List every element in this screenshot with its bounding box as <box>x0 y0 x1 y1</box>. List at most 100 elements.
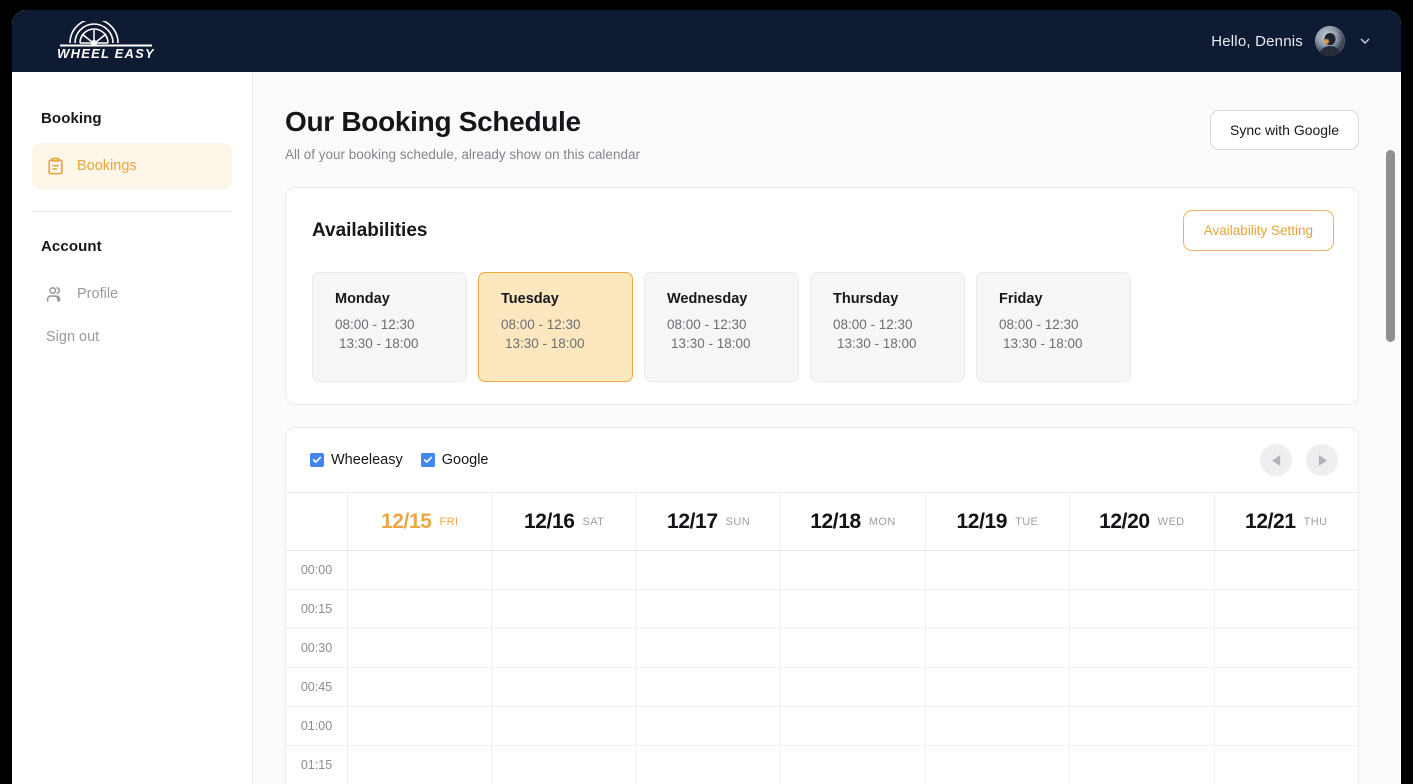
checkbox-wheeleasy[interactable] <box>310 453 324 467</box>
column-dow: FRI <box>439 515 459 528</box>
users-icon <box>46 286 61 302</box>
time-label: 00:15 <box>286 590 348 628</box>
logo-text: WHEEL EASY <box>58 46 154 61</box>
calendar-slot[interactable] <box>781 668 926 706</box>
calendar-slot[interactable] <box>348 746 493 784</box>
column-date: 12/15 <box>380 509 432 533</box>
calendar-column-header[interactable]: 12/17 SUN <box>637 493 782 550</box>
user-menu[interactable]: Hello, Dennis <box>1211 26 1373 56</box>
calendar-row: 00:00 <box>286 551 1358 590</box>
calendar-slot[interactable] <box>348 668 493 706</box>
calendar-slot[interactable] <box>781 590 926 628</box>
calendar-slot[interactable] <box>636 668 782 706</box>
availability-day-card[interactable]: Tuesday 08:00 - 12:30 13:30 - 18:00 <box>478 272 633 382</box>
calendar-slot[interactable] <box>1070 746 1215 784</box>
calendar-slot[interactable] <box>925 746 1071 784</box>
wheel-easy-logo[interactable]: WHEEL EASY <box>46 21 166 61</box>
calendar-slot[interactable] <box>1214 707 1358 745</box>
checkbox-google[interactable] <box>420 453 435 467</box>
sidebar-item-bookings[interactable]: Bookings <box>32 143 232 189</box>
sidebar-item-label: Profile <box>77 286 119 302</box>
availability-day-card[interactable]: Friday 08:00 - 12:30 13:30 - 18:00 <box>976 272 1131 382</box>
calendar-slot[interactable] <box>1070 668 1215 706</box>
sync-with-google-button[interactable]: Sync with Google <box>1210 110 1359 150</box>
time-label: 01:15 <box>286 746 348 784</box>
top-navigation-bar: WHEEL EASY Hello, Dennis <box>12 10 1401 72</box>
chevron-left-icon <box>1271 454 1280 466</box>
filter-label: Google <box>441 452 489 468</box>
calendar-slot[interactable] <box>492 551 637 589</box>
time-label: 00:30 <box>286 629 348 667</box>
calendar-slot[interactable] <box>1214 551 1358 589</box>
calendar-slot[interactable] <box>781 746 926 784</box>
calendar-slot[interactable] <box>492 590 637 628</box>
day-slot: 08:00 - 12:30 <box>335 317 415 332</box>
calendar-slot[interactable] <box>1070 551 1215 589</box>
availability-day-card[interactable]: Wednesday 08:00 - 12:30 13:30 - 18:00 <box>644 272 799 382</box>
avatar[interactable] <box>1315 26 1345 56</box>
availabilities-title: Availabilities <box>312 219 428 241</box>
calendar-header-row: 12/15 FRI 12/16 SAT 12/17 SUN 12/18 MON … <box>286 493 1358 551</box>
calendar-navigation <box>1260 444 1338 476</box>
calendar-slot[interactable] <box>1070 707 1215 745</box>
availability-setting-button[interactable]: Availability Setting <box>1182 210 1334 251</box>
filter-wheeleasy[interactable]: Wheeleasy <box>310 452 403 468</box>
calendar-row: 00:30 <box>286 629 1358 668</box>
calendar-slot[interactable] <box>1070 629 1215 667</box>
calendar-slot[interactable] <box>925 668 1071 706</box>
calendar-slot[interactable] <box>1214 590 1358 628</box>
calendar-slot[interactable] <box>781 629 926 667</box>
calendar-slot[interactable] <box>492 629 637 667</box>
sidebar-item-sign-out[interactable]: Sign out <box>32 317 232 357</box>
calendar-filters: Wheeleasy Google <box>310 452 489 468</box>
calendar-slot[interactable] <box>636 551 782 589</box>
calendar-column-header[interactable]: 12/20 WED <box>1070 493 1215 550</box>
calendar-slot[interactable] <box>925 629 1071 667</box>
calendar-slot[interactable] <box>1214 746 1358 784</box>
calendar-slot[interactable] <box>781 551 926 589</box>
calendar-column-header[interactable]: 12/21 THU <box>1215 493 1358 550</box>
calendar-slot[interactable] <box>348 707 493 745</box>
calendar-column-header[interactable]: 12/16 SAT <box>492 493 637 550</box>
column-dow: SUN <box>725 515 751 528</box>
calendar-slot[interactable] <box>348 551 493 589</box>
calendar-row: 00:15 <box>286 590 1358 629</box>
main-scrollbar[interactable] <box>1386 138 1395 784</box>
calendar-slot[interactable] <box>348 590 493 628</box>
calendar-slot[interactable] <box>636 707 782 745</box>
calendar-card: Wheeleasy Google 12/15 FRI 12/16 SAT 12/… <box>285 427 1359 784</box>
calendar-slot[interactable] <box>1214 629 1358 667</box>
filter-google[interactable]: Google <box>420 452 489 468</box>
calendar-column-header[interactable]: 12/15 FRI <box>348 493 493 550</box>
column-date: 12/18 <box>810 509 861 533</box>
chevron-down-icon[interactable] <box>1357 33 1373 49</box>
scrollbar-thumb[interactable] <box>1386 150 1395 342</box>
calendar-slot[interactable] <box>925 551 1071 589</box>
calendar-slot[interactable] <box>925 707 1071 745</box>
calendar-slot[interactable] <box>636 629 782 667</box>
calendar-slot[interactable] <box>636 746 782 784</box>
sidebar-item-profile[interactable]: Profile <box>32 271 232 317</box>
next-week-button[interactable] <box>1306 444 1338 476</box>
calendar-slot[interactable] <box>636 590 782 628</box>
calendar-row: 01:00 <box>286 707 1358 746</box>
clipboard-icon <box>48 157 63 174</box>
calendar-column-header[interactable]: 12/19 TUE <box>926 493 1071 550</box>
calendar-column-header[interactable]: 12/18 MON <box>781 493 926 550</box>
availability-day-card[interactable]: Monday 08:00 - 12:30 13:30 - 18:00 <box>312 272 467 382</box>
time-label: 01:00 <box>286 707 348 745</box>
calendar-slot[interactable] <box>492 746 637 784</box>
availability-day-card[interactable]: Thursday 08:00 - 12:30 13:30 - 18:00 <box>810 272 965 382</box>
time-label: 00:00 <box>286 551 348 589</box>
day-name: Friday <box>999 291 1043 307</box>
previous-week-button[interactable] <box>1260 444 1292 476</box>
column-dow: MON <box>868 515 896 528</box>
availability-day-list: Monday 08:00 - 12:30 13:30 - 18:00 Tuesd… <box>312 272 1334 382</box>
calendar-slot[interactable] <box>1070 590 1215 628</box>
calendar-slot[interactable] <box>781 707 926 745</box>
calendar-slot[interactable] <box>1214 668 1358 706</box>
calendar-slot[interactable] <box>492 668 637 706</box>
calendar-slot[interactable] <box>348 629 493 667</box>
calendar-slot[interactable] <box>492 707 637 745</box>
calendar-slot[interactable] <box>925 590 1071 628</box>
